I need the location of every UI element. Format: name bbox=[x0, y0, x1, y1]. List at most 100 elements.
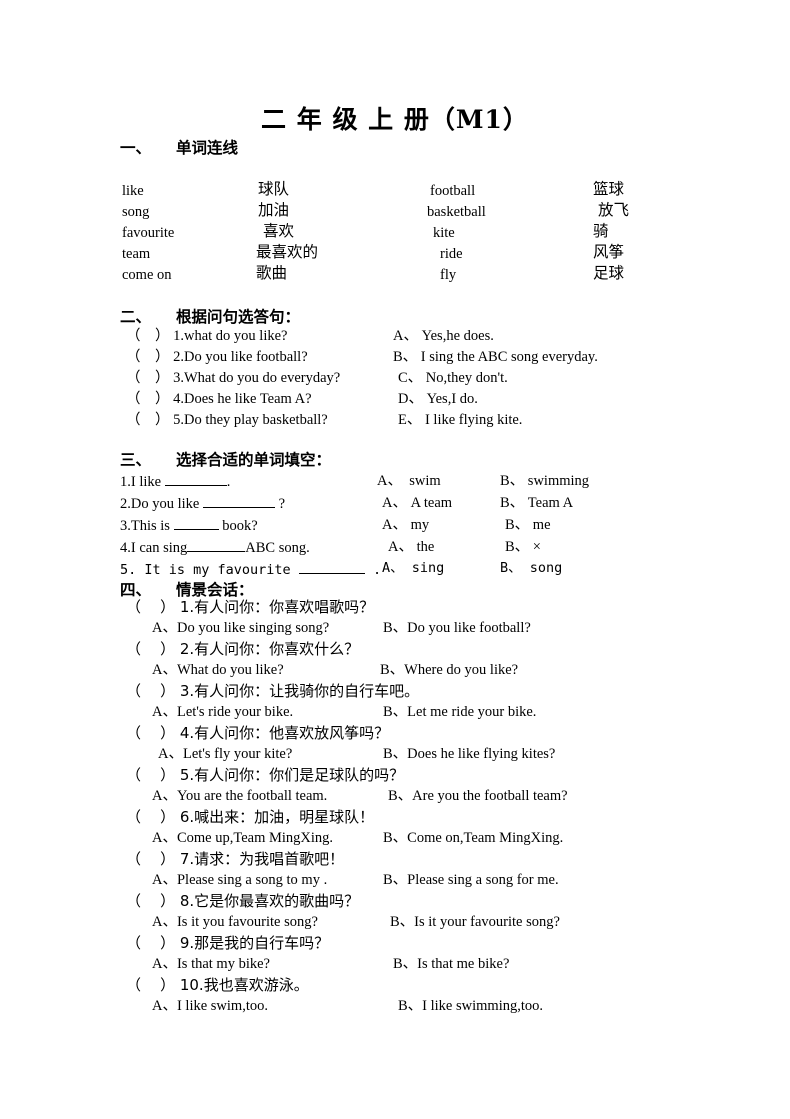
worksheet-page: 二 年 级 上 册（M1） 一、 单词连线 like song favourit… bbox=[0, 0, 790, 1119]
match-right-cn: 风筝 bbox=[593, 243, 625, 261]
fill-blank-prefix: 5. It is my favourite bbox=[120, 562, 299, 578]
blank-underline[interactable] bbox=[202, 496, 275, 508]
match-question[interactable]: （ ） 5.Do they play basketball? bbox=[126, 413, 328, 428]
dialogue-option-a[interactable]: A、Is it you favourite song? bbox=[152, 915, 318, 930]
match-right-cn: 篮球 bbox=[593, 180, 625, 198]
fill-option-b[interactable]: B、 × bbox=[505, 540, 541, 555]
page-title: 二 年 级 上 册（M1） bbox=[261, 105, 529, 134]
dialogue-option-a[interactable]: A、Do you like singing song? bbox=[152, 621, 329, 636]
match-left-cn: 最喜欢的 bbox=[256, 243, 319, 261]
fill-option-a[interactable]: A、 A team bbox=[382, 496, 452, 511]
dialogue-option-b[interactable]: B、Let me ride your bike. bbox=[383, 705, 536, 720]
dialogue-option-a[interactable]: A、Come up,Team MingXing. bbox=[152, 831, 333, 846]
match-right-en: basketball bbox=[427, 204, 486, 220]
match-answer-option[interactable]: C、 No,they don't. bbox=[398, 371, 508, 386]
dialogue-prompt[interactable]: （ ） 7.请求：为我唱首歌吧！ bbox=[126, 852, 344, 867]
match-left-cn: 球队 bbox=[258, 180, 290, 198]
fill-blank-prefix: 4.I can sing bbox=[120, 540, 188, 556]
match-left-cn: 喜欢 bbox=[263, 222, 295, 240]
fill-option-a[interactable]: A、 swim bbox=[377, 474, 441, 489]
dialogue-option-a[interactable]: A、I like swim,too. bbox=[152, 999, 268, 1014]
section-2-number: 二、 bbox=[120, 308, 152, 326]
blank-underline[interactable] bbox=[187, 540, 246, 552]
dialogue-prompt[interactable]: （ ） 10.我也喜欢游泳。 bbox=[126, 978, 309, 993]
fill-blank-suffix: . bbox=[226, 474, 231, 490]
section-3-number: 三、 bbox=[120, 451, 152, 469]
match-left-cn: 歌曲 bbox=[256, 264, 288, 282]
match-answer-option[interactable]: B、 I sing the ABC song everyday. bbox=[393, 350, 598, 365]
match-right-en: football bbox=[430, 183, 476, 199]
fill-blank-suffix: ABC song. bbox=[245, 540, 310, 556]
match-left-cn: 加油 bbox=[258, 201, 290, 219]
match-question[interactable]: （ ） 1.what do you like? bbox=[126, 329, 288, 344]
fill-blank-item[interactable]: 5. It is my favourite . bbox=[120, 562, 381, 578]
dialogue-prompt[interactable]: （ ） 3.有人问你：让我骑你的自行车吧。 bbox=[126, 684, 419, 699]
fill-option-b[interactable]: B、 me bbox=[505, 518, 551, 533]
fill-blank-item[interactable]: 3.This is book? bbox=[120, 518, 258, 534]
blank-underline[interactable] bbox=[173, 518, 219, 530]
dialogue-option-a[interactable]: A、Please sing a song to my . bbox=[152, 873, 327, 888]
fill-blank-suffix: ? bbox=[274, 496, 286, 512]
dialogue-option-a[interactable]: A、You are the football team. bbox=[152, 789, 327, 804]
dialogue-option-b[interactable]: B、Where do you like? bbox=[380, 663, 518, 678]
section-4-number: 四、 bbox=[120, 581, 152, 599]
dialogue-prompt[interactable]: （ ） 9.那是我的自行车吗？ bbox=[126, 936, 329, 951]
dialogue-option-b[interactable]: B、Is it your favourite song? bbox=[390, 915, 560, 930]
dialogue-option-b[interactable]: B、Do you like football? bbox=[383, 621, 531, 636]
dialogue-prompt[interactable]: （ ） 5.有人问你：你们是足球队的吗？ bbox=[126, 768, 404, 783]
match-right-cn: 骑 bbox=[593, 222, 609, 240]
match-left-en: favourite bbox=[122, 225, 175, 241]
fill-option-a[interactable]: A、 sing bbox=[382, 561, 444, 576]
dialogue-prompt[interactable]: （ ） 4.有人问你：他喜欢放风筝吗？ bbox=[126, 726, 389, 741]
fill-option-b[interactable]: B、 Team A bbox=[500, 496, 573, 511]
match-left-en: like bbox=[122, 183, 144, 199]
match-right-en: ride bbox=[440, 246, 463, 262]
match-right-en: fly bbox=[440, 267, 457, 283]
dialogue-option-b[interactable]: B、Are you the football team? bbox=[388, 789, 568, 804]
match-answer-option[interactable]: A、 Yes,he does. bbox=[393, 329, 494, 344]
dialogue-option-a[interactable]: A、Let's fly your kite? bbox=[158, 747, 292, 762]
fill-blank-prefix: 1.I like bbox=[120, 474, 165, 490]
match-right-en: kite bbox=[433, 225, 455, 241]
dialogue-option-b[interactable]: B、Come on,Team MingXing. bbox=[383, 831, 563, 846]
fill-option-a[interactable]: A、 my bbox=[382, 518, 429, 533]
dialogue-option-b[interactable]: B、Please sing a song for me. bbox=[383, 873, 559, 888]
dialogue-option-a[interactable]: A、What do you like? bbox=[152, 663, 284, 678]
fill-option-b[interactable]: B、 swimming bbox=[500, 474, 589, 489]
match-right-cn: 放飞 bbox=[598, 201, 630, 219]
section-1-number: 一、 bbox=[120, 139, 152, 157]
match-left-en: song bbox=[122, 204, 150, 220]
match-question[interactable]: （ ） 4.Does he like Team A? bbox=[126, 392, 312, 407]
fill-option-a[interactable]: A、 the bbox=[388, 540, 434, 555]
blank-underline[interactable] bbox=[298, 562, 365, 574]
blank-underline[interactable] bbox=[164, 474, 227, 486]
match-right-cn: 足球 bbox=[593, 264, 625, 282]
fill-blank-suffix: book? bbox=[218, 518, 258, 534]
fill-blank-item[interactable]: 4.I can sing ABC song. bbox=[120, 540, 310, 556]
match-left-en: team bbox=[122, 246, 151, 262]
section-2-title: 根据问句选答句： bbox=[176, 308, 301, 326]
dialogue-option-a[interactable]: A、Is that my bike? bbox=[152, 957, 270, 972]
section-4-title: 情景会话： bbox=[176, 581, 254, 599]
fill-blank-prefix: 3.This is bbox=[120, 518, 174, 534]
dialogue-prompt[interactable]: （ ） 1.有人问你：你喜欢唱歌吗？ bbox=[126, 600, 374, 615]
match-answer-option[interactable]: E、 I like flying kite. bbox=[398, 413, 522, 428]
fill-option-b[interactable]: B、 song bbox=[500, 561, 562, 576]
fill-blank-item[interactable]: 1.I like . bbox=[120, 474, 230, 490]
section-3-title: 选择合适的单词填空： bbox=[176, 451, 332, 469]
match-left-en: come on bbox=[122, 267, 172, 283]
dialogue-option-b[interactable]: B、Is that me bike? bbox=[393, 957, 509, 972]
fill-blank-suffix: . bbox=[364, 562, 382, 578]
dialogue-option-b[interactable]: B、Does he like flying kites? bbox=[383, 747, 555, 762]
section-1-title: 单词连线 bbox=[176, 139, 239, 157]
fill-blank-item[interactable]: 2.Do you like ? bbox=[120, 496, 285, 512]
dialogue-option-a[interactable]: A、Let's ride your bike. bbox=[152, 705, 293, 720]
fill-blank-prefix: 2.Do you like bbox=[120, 496, 203, 512]
dialogue-prompt[interactable]: （ ） 8.它是你最喜欢的歌曲吗？ bbox=[126, 894, 359, 909]
dialogue-prompt[interactable]: （ ） 6.喊出来：加油，明星球队！ bbox=[126, 810, 374, 825]
match-answer-option[interactable]: D、 Yes,I do. bbox=[398, 392, 478, 407]
match-question[interactable]: （ ） 2.Do you like football? bbox=[126, 350, 308, 365]
dialogue-option-b[interactable]: B、I like swimming,too. bbox=[398, 999, 543, 1014]
match-question[interactable]: （ ） 3.What do you do everyday? bbox=[126, 371, 340, 386]
dialogue-prompt[interactable]: （ ） 2.有人问你：你喜欢什么？ bbox=[126, 642, 359, 657]
